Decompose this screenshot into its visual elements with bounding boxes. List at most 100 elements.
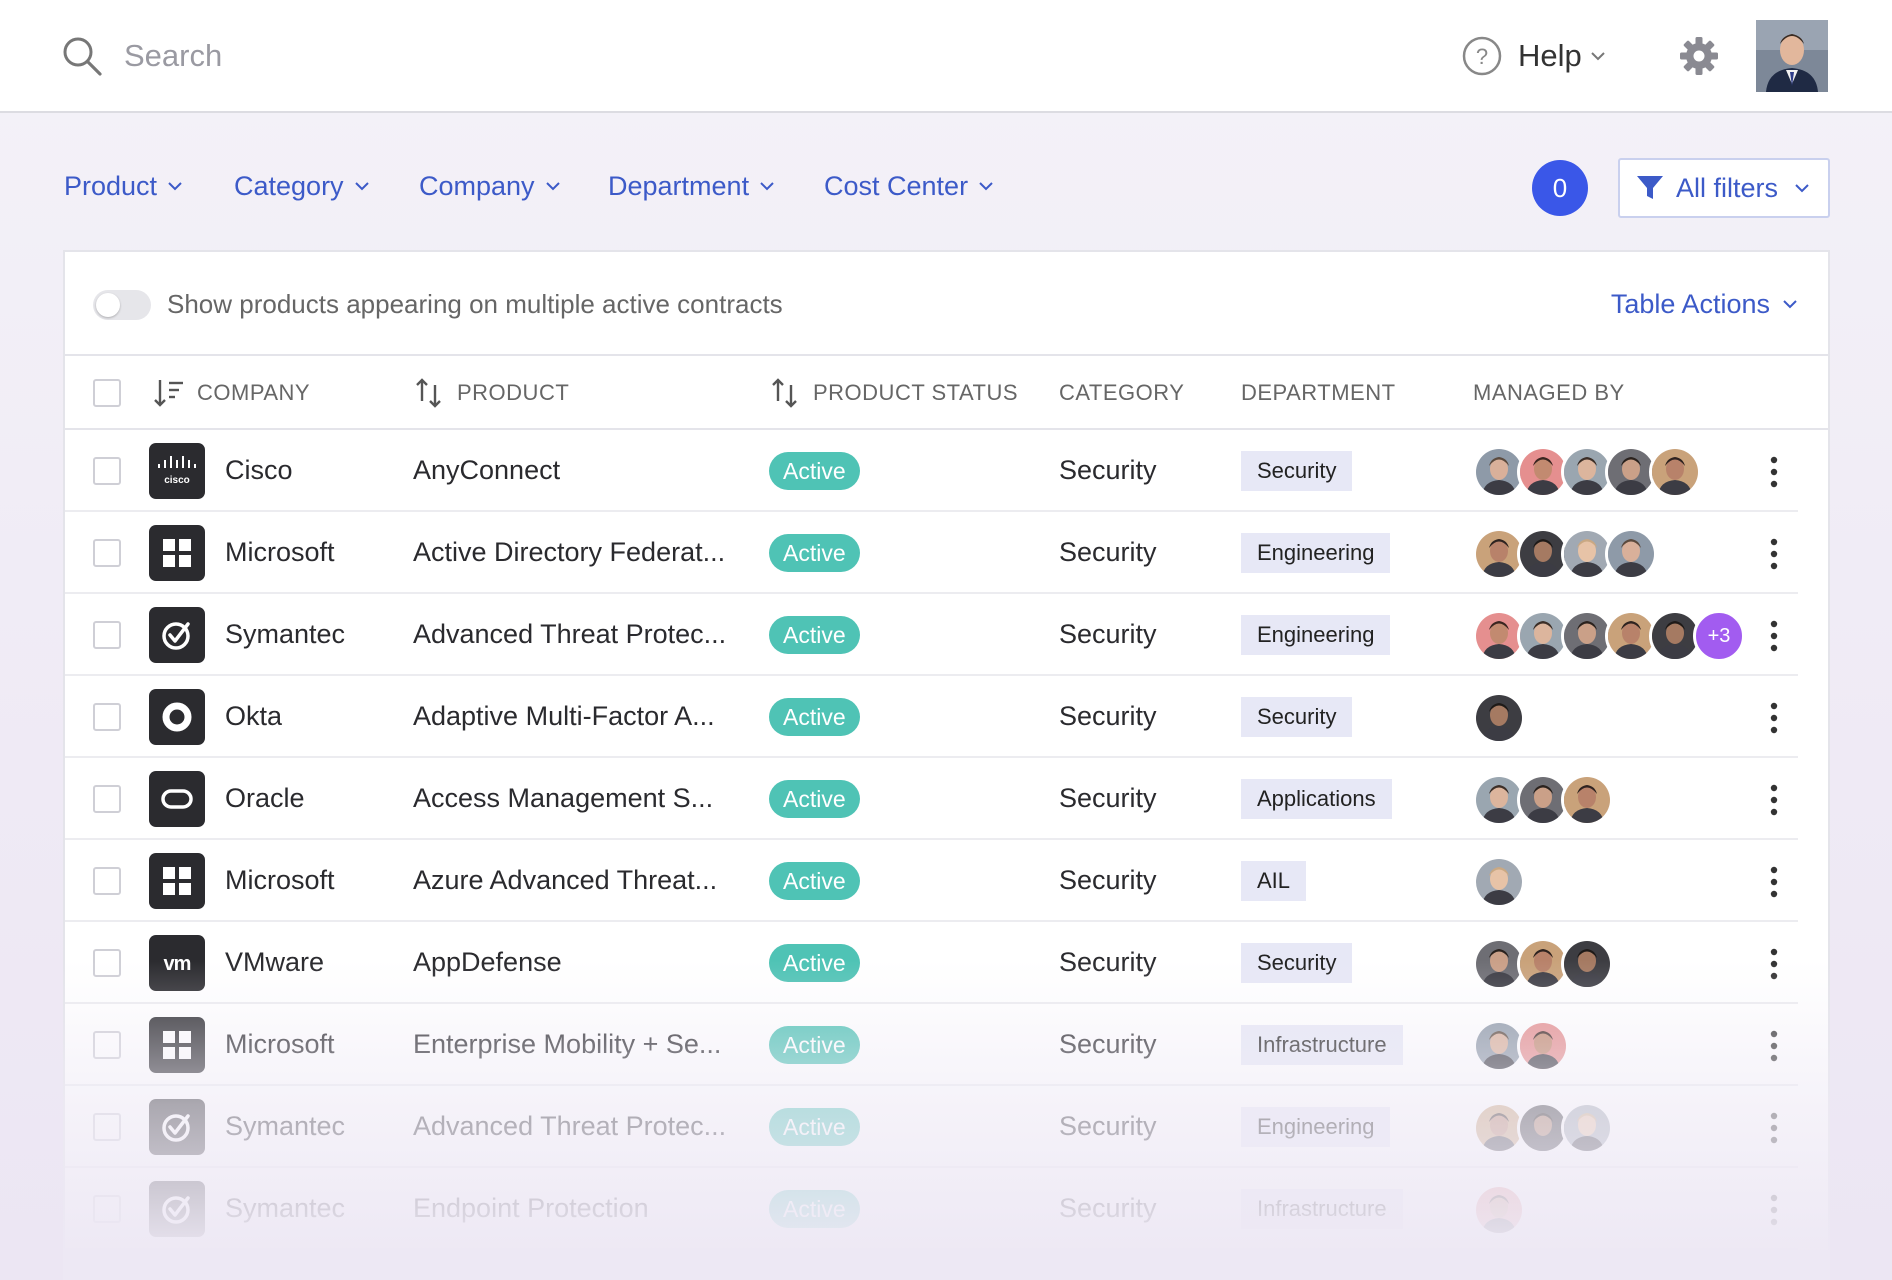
- more-vertical-icon[interactable]: [1769, 700, 1779, 736]
- table-row[interactable]: Oracle Access Management S... Active Securi…: [65, 758, 1798, 840]
- row-checkbox[interactable]: [93, 949, 121, 977]
- chevron-down-icon: [354, 182, 369, 191]
- product-name[interactable]: Azure Advanced Threat...: [413, 862, 717, 898]
- symantec-logo: [149, 607, 205, 663]
- all-filters-button[interactable]: All filters: [1618, 158, 1830, 218]
- active-filter-count-badge[interactable]: 0: [1532, 160, 1588, 216]
- managed-by-avatars: [1473, 774, 1613, 826]
- manager-avatar[interactable]: [1473, 692, 1525, 744]
- category-value: Security: [1059, 455, 1157, 485]
- more-vertical-icon[interactable]: [1769, 864, 1779, 900]
- table-actions-button[interactable]: Table Actions: [1611, 286, 1798, 322]
- filter-category[interactable]: Category: [234, 168, 370, 204]
- table-row[interactable]: Okta Adaptive Multi-Factor A... Active Secu…: [65, 676, 1798, 758]
- toggle-label: Show products appearing on multiple acti…: [167, 289, 783, 319]
- row-checkbox[interactable]: [93, 621, 121, 649]
- row-checkbox[interactable]: [93, 457, 121, 485]
- manager-avatar[interactable]: [1517, 1020, 1569, 1072]
- user-avatar[interactable]: [1756, 20, 1828, 92]
- chevron-down-icon: [760, 182, 774, 191]
- manager-avatar[interactable]: [1561, 938, 1613, 990]
- row-checkbox[interactable]: [93, 785, 121, 813]
- chevron-down-icon: [168, 182, 182, 191]
- more-vertical-icon[interactable]: [1769, 1110, 1779, 1146]
- gear-icon[interactable]: [1678, 35, 1720, 77]
- more-vertical-icon[interactable]: [1769, 946, 1779, 982]
- select-all-checkbox[interactable]: [93, 379, 121, 407]
- sort-descending-icon[interactable]: [153, 377, 185, 409]
- symantec-logo: [149, 1099, 205, 1155]
- table-row[interactable]: Microsoft Active Directory Federat... Acti…: [65, 512, 1798, 594]
- row-checkbox[interactable]: [93, 867, 121, 895]
- department-tag: Security: [1241, 451, 1353, 491]
- table-row[interactable]: cisco Cisco AnyConnect Active Security Securi…: [65, 430, 1798, 512]
- product-name[interactable]: Advanced Threat Protec...: [413, 1108, 726, 1144]
- table-row[interactable]: Symantec Advanced Threat Protec... Active S…: [65, 594, 1798, 676]
- manager-avatar[interactable]: [1473, 1184, 1525, 1236]
- column-header-department[interactable]: DEPARTMENT: [1241, 356, 1396, 430]
- managed-by-avatars: [1473, 1184, 1525, 1236]
- help-icon[interactable]: ?: [1462, 36, 1502, 76]
- search-icon[interactable]: [62, 36, 102, 76]
- table-row[interactable]: Microsoft Azure Advanced Threat... Active S…: [65, 840, 1798, 922]
- table-row[interactable]: vm VMware AppDefense Active Security Security: [65, 922, 1798, 1004]
- svg-text:vm: vm: [164, 953, 191, 975]
- department-tag: Engineering: [1241, 533, 1391, 573]
- managed-by-avatars: [1473, 692, 1525, 744]
- more-vertical-icon[interactable]: [1769, 454, 1779, 490]
- manager-avatar[interactable]: [1561, 774, 1613, 826]
- chevron-down-icon: [1795, 184, 1809, 193]
- column-header-managed-by[interactable]: MANAGED BY: [1473, 356, 1625, 430]
- department-tag: Engineering: [1241, 1107, 1391, 1147]
- manager-avatar[interactable]: [1561, 1102, 1613, 1154]
- sort-icon[interactable]: [769, 377, 801, 409]
- filter-company[interactable]: Company: [419, 168, 561, 204]
- status-badge: Active: [769, 452, 860, 490]
- search-input[interactable]: Search: [124, 36, 222, 76]
- product-name[interactable]: Active Directory Federat...: [413, 534, 725, 570]
- column-header-category[interactable]: CATEGORY: [1059, 356, 1184, 430]
- product-name[interactable]: AnyConnect: [413, 452, 560, 488]
- column-header-product[interactable]: PRODUCT: [413, 356, 569, 430]
- column-header-company[interactable]: COMPANY: [153, 356, 310, 430]
- company-name: Cisco: [225, 455, 293, 485]
- more-vertical-icon[interactable]: [1769, 536, 1779, 572]
- row-checkbox[interactable]: [93, 703, 121, 731]
- more-vertical-icon[interactable]: [1769, 1192, 1779, 1228]
- product-name[interactable]: Adaptive Multi-Factor A...: [413, 698, 715, 734]
- manager-avatar[interactable]: [1473, 856, 1525, 908]
- status-badge: Active: [769, 1108, 860, 1146]
- product-name[interactable]: AppDefense: [413, 944, 562, 980]
- product-name[interactable]: Enterprise Mobility + Se...: [413, 1026, 721, 1062]
- okta-logo: [149, 689, 205, 745]
- row-checkbox[interactable]: [93, 1195, 121, 1223]
- chevron-down-icon[interactable]: [1590, 48, 1606, 64]
- more-vertical-icon[interactable]: [1769, 1028, 1779, 1064]
- manager-avatar[interactable]: [1649, 446, 1701, 498]
- column-header-product-status[interactable]: PRODUCT STATUS: [769, 356, 1018, 430]
- help-menu-button[interactable]: Help: [1518, 36, 1582, 76]
- department-tag: Infrastructure: [1241, 1025, 1403, 1065]
- multiple-contracts-toggle[interactable]: [93, 290, 151, 320]
- filter-cost-center[interactable]: Cost Center: [824, 168, 994, 204]
- category-value: Security: [1059, 537, 1157, 567]
- product-name[interactable]: Endpoint Protection: [413, 1190, 649, 1226]
- status-badge: Active: [769, 616, 860, 654]
- more-managers-badge[interactable]: +3: [1693, 610, 1745, 662]
- table-row[interactable]: Symantec Endpoint Protection Active Securit…: [65, 1168, 1798, 1250]
- category-value: Security: [1059, 1111, 1157, 1141]
- filter-product[interactable]: Product: [64, 168, 183, 204]
- row-checkbox[interactable]: [93, 1113, 121, 1141]
- row-checkbox[interactable]: [93, 539, 121, 567]
- more-vertical-icon[interactable]: [1769, 618, 1779, 654]
- row-checkbox[interactable]: [93, 1031, 121, 1059]
- manager-avatar[interactable]: [1605, 528, 1657, 580]
- product-name[interactable]: Access Management S...: [413, 780, 713, 816]
- company-name: Symantec: [225, 619, 346, 649]
- filter-department[interactable]: Department: [608, 168, 775, 204]
- table-row[interactable]: Symantec Advanced Threat Protec... Active S…: [65, 1086, 1798, 1168]
- more-vertical-icon[interactable]: [1769, 782, 1779, 818]
- sort-icon[interactable]: [413, 377, 445, 409]
- product-name[interactable]: Advanced Threat Protec...: [413, 616, 726, 652]
- table-row[interactable]: Microsoft Enterprise Mobility + Se... Acti…: [65, 1004, 1798, 1086]
